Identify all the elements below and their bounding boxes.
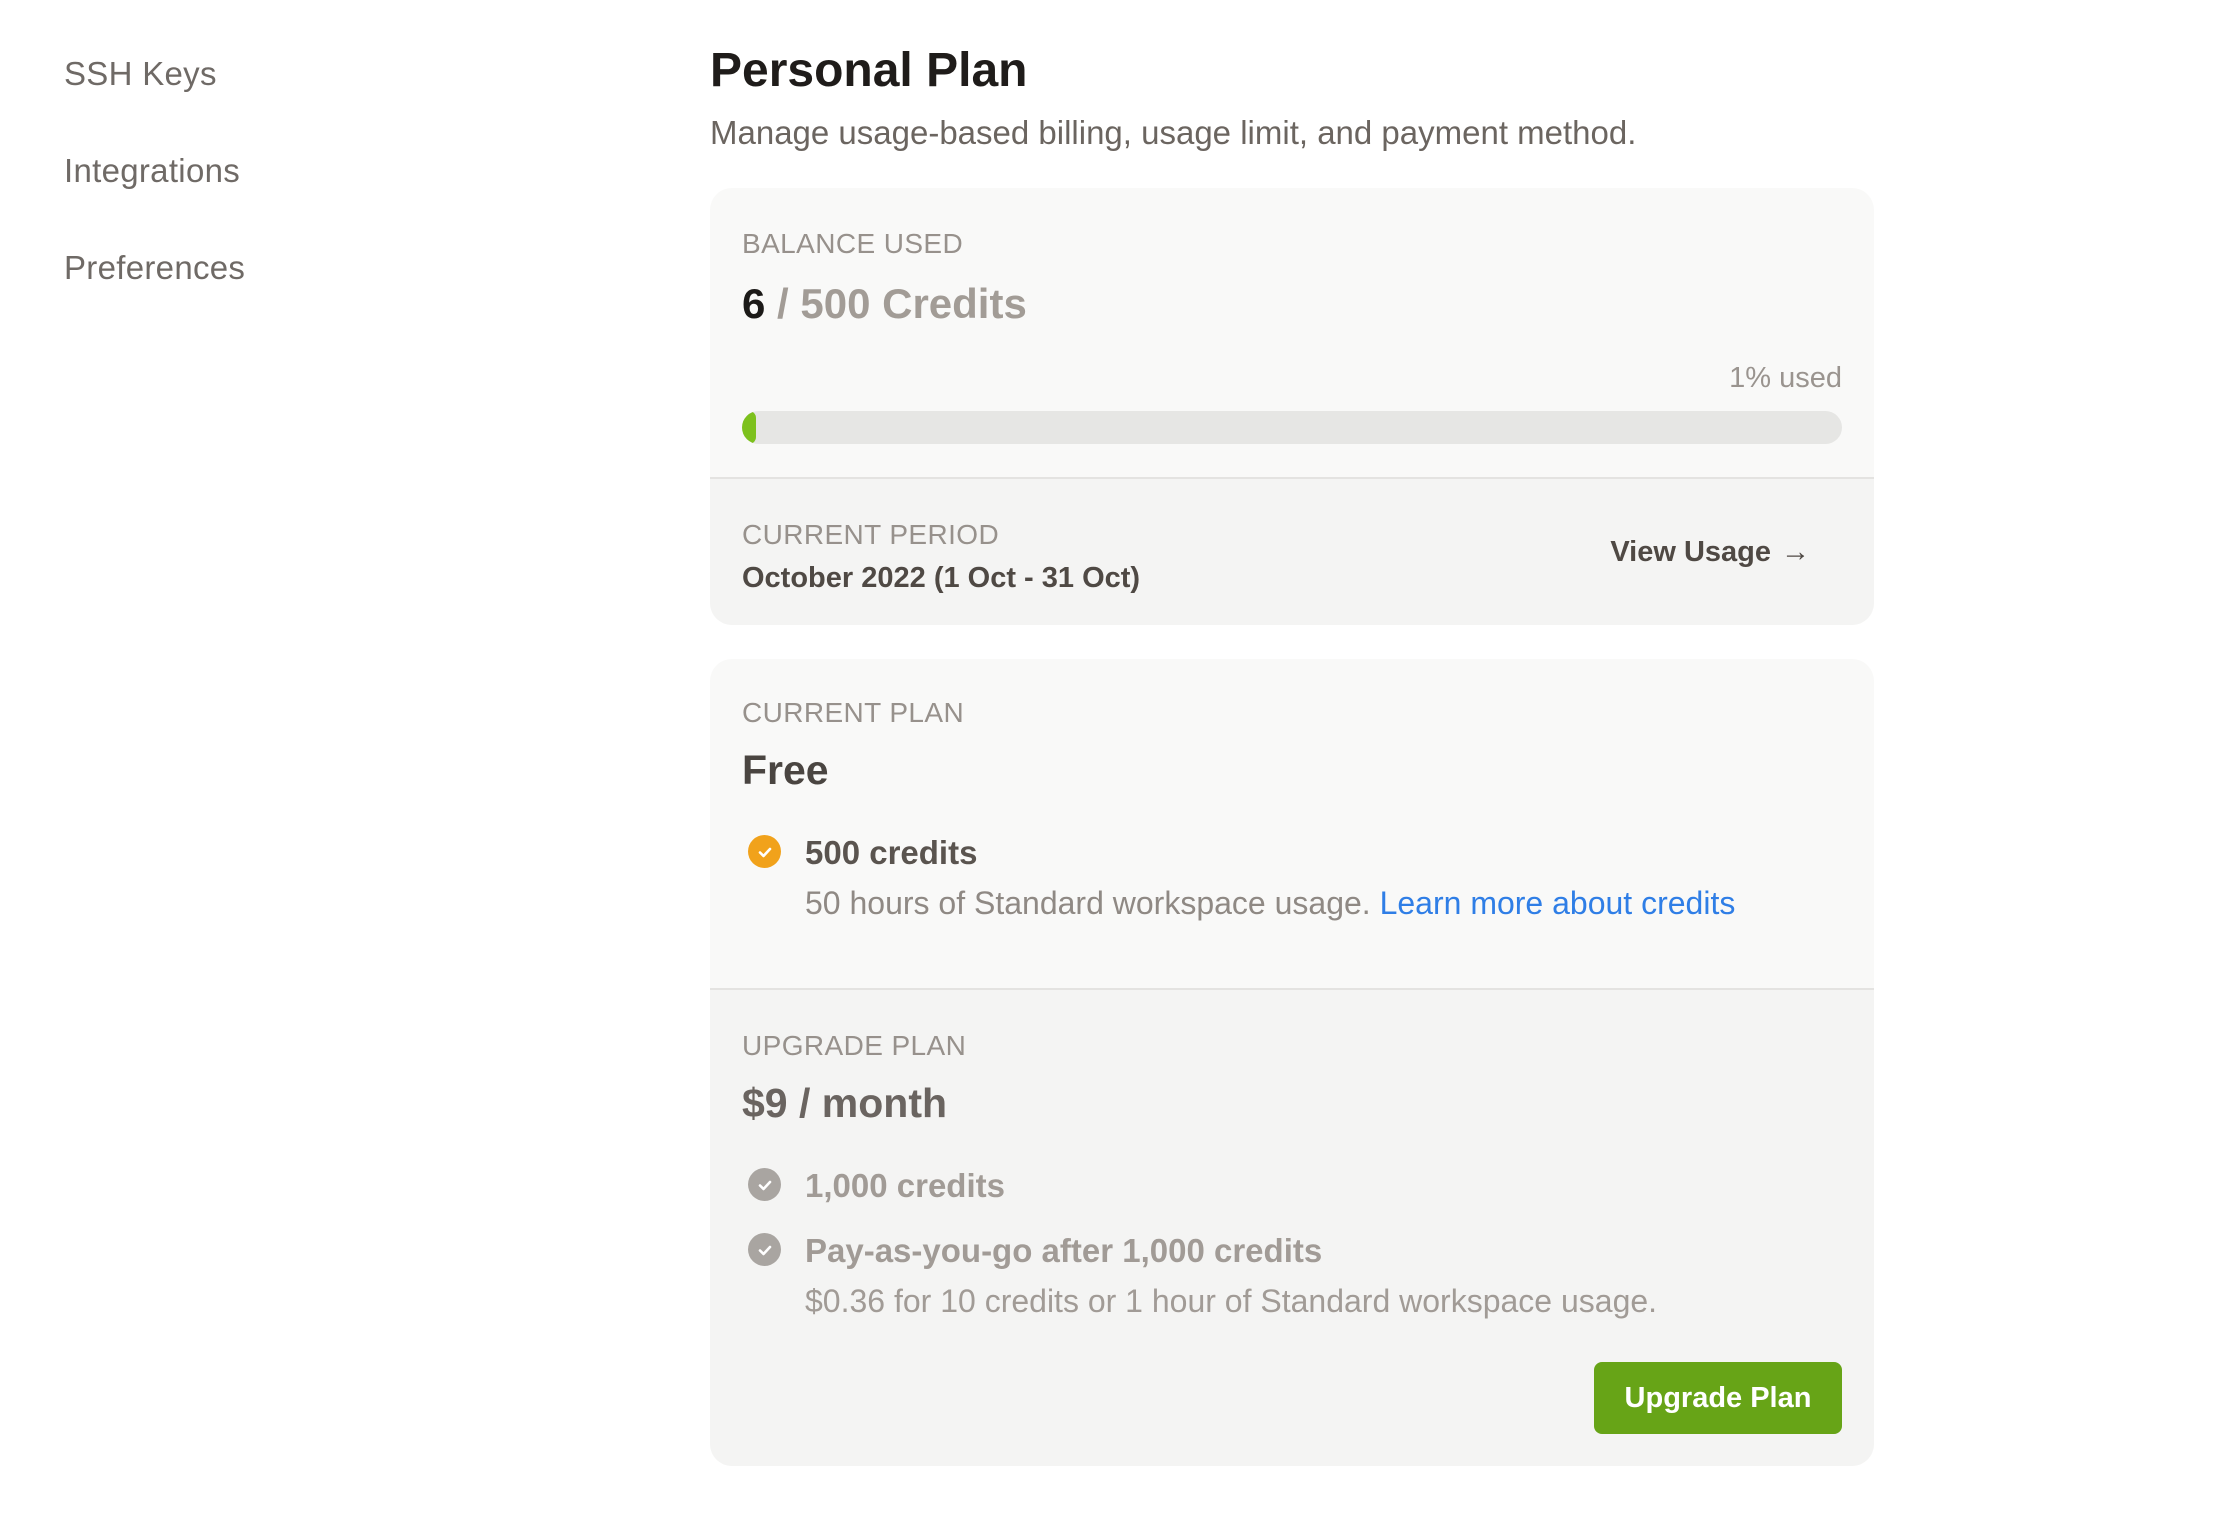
check-circle-icon — [748, 1168, 781, 1201]
sidebar-item-ssh-keys[interactable]: SSH Keys — [64, 48, 245, 145]
upgrade-plan-price: $9 / month — [742, 1080, 948, 1126]
check-circle-icon — [748, 835, 781, 868]
feature-title: 500 credits — [805, 834, 978, 871]
upgrade-plan-button[interactable]: Upgrade Plan — [1594, 1362, 1842, 1434]
feature-description: $0.36 for 10 credits or 1 hour of Standa… — [805, 1283, 1658, 1319]
settings-sidebar: SSH Keys Integrations Preferences — [64, 48, 245, 339]
upgrade-plan-feature: Pay-as-you-go after 1,000 credits $0.36 … — [748, 1229, 1657, 1325]
balance-used: 6 — [742, 280, 766, 327]
current-plan-section: CURRENT PLAN Free 500 credits 50 hours o… — [710, 659, 1874, 988]
feature-description-text: 50 hours of Standard workspace usage. — [805, 885, 1380, 921]
learn-more-credits-link[interactable]: Learn more about credits — [1380, 885, 1736, 921]
balance-card: BALANCE USED 6 / 500 Credits 1% used CUR… — [710, 188, 1874, 625]
current-plan-feature: 500 credits 50 hours of Standard workspa… — [748, 831, 1735, 927]
feature-description: 50 hours of Standard workspace usage. Le… — [805, 879, 1735, 927]
balance-value: 6 / 500 Credits — [742, 274, 1027, 334]
sidebar-item-preferences[interactable]: Preferences — [64, 242, 245, 339]
sidebar-item-integrations[interactable]: Integrations — [64, 145, 245, 242]
upgrade-plan-feature: 1,000 credits — [748, 1164, 1005, 1208]
current-plan-name: Free — [742, 747, 829, 793]
balance-label: BALANCE USED — [742, 228, 964, 259]
arrow-right-icon: → — [1781, 536, 1810, 568]
feature-title: Pay-as-you-go after 1,000 credits — [805, 1232, 1323, 1269]
check-circle-icon — [748, 1233, 781, 1266]
usage-progress-bar — [742, 411, 1842, 444]
current-plan-label: CURRENT PLAN — [742, 697, 965, 728]
feature-title: 1,000 credits — [805, 1167, 1005, 1204]
page-subtitle: Manage usage-based billing, usage limit,… — [710, 114, 1637, 151]
balance-section: BALANCE USED 6 / 500 Credits 1% used — [710, 188, 1874, 477]
balance-total: / 500 Credits — [765, 280, 1027, 327]
period-value: October 2022 (1 Oct - 31 Oct) — [742, 562, 1141, 594]
usage-percent: 1% used — [1729, 362, 1842, 394]
upgrade-plan-label: UPGRADE PLAN — [742, 1030, 967, 1061]
upgrade-plan-section: UPGRADE PLAN $9 / month 1,000 credits Pa… — [710, 988, 1874, 1466]
view-usage-label: View Usage — [1610, 536, 1771, 568]
period-section: CURRENT PERIOD October 2022 (1 Oct - 31 … — [710, 477, 1874, 625]
view-usage-link[interactable]: View Usage → — [1610, 531, 1810, 573]
period-label: CURRENT PERIOD — [742, 519, 1000, 550]
page-title: Personal Plan — [710, 44, 1028, 97]
plan-card: CURRENT PLAN Free 500 credits 50 hours o… — [710, 659, 1874, 1466]
usage-progress-fill — [742, 411, 756, 444]
billing-main: Personal Plan Manage usage-based billing… — [710, 40, 1874, 1466]
